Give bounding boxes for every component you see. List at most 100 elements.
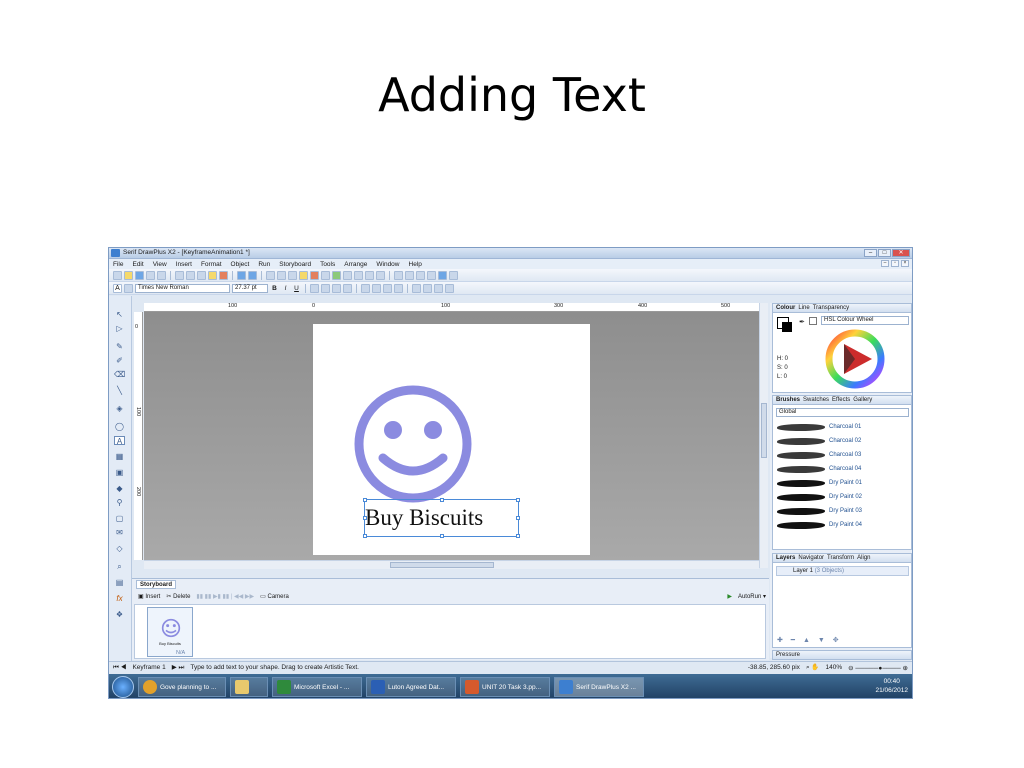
bullets-icon[interactable] [361, 283, 370, 293]
line-swatch[interactable] [782, 322, 792, 332]
menu-tools[interactable]: Tools [320, 261, 335, 268]
tab-transparency[interactable]: Transparency [813, 305, 849, 311]
text-tool-icon[interactable]: A [114, 436, 125, 446]
align-icon[interactable] [288, 270, 297, 280]
font-family-select[interactable]: Times New Roman [135, 283, 230, 293]
menu-file[interactable]: File [113, 261, 123, 268]
3d-tool-icon[interactable]: ❖ [114, 610, 125, 619]
rotate-icon[interactable] [277, 270, 286, 280]
close-button[interactable]: ✕ [892, 249, 910, 257]
taskbar-item-powerpoint[interactable]: UNIT 20 Task 3.pp... [460, 677, 550, 697]
menu-view[interactable]: View [153, 261, 167, 268]
italic-button[interactable]: I [281, 284, 290, 293]
envelope-tool-icon[interactable]: ✉ [114, 528, 125, 537]
fit-text-icon[interactable] [412, 283, 421, 293]
keyframe-nav-icon[interactable]: ⏮ ◀ [113, 664, 126, 672]
menu-edit[interactable]: Edit [132, 261, 143, 268]
print-icon[interactable] [146, 270, 155, 280]
brush-item[interactable]: Dry Paint 01 [777, 477, 902, 490]
zoom-tools-icon[interactable]: ⌕ ✋ [806, 663, 820, 672]
keyframe-thumbnail[interactable]: Buy Biscuits N/A [147, 607, 193, 657]
brush-item[interactable]: Dry Paint 03 [777, 505, 902, 518]
effects-icon[interactable] [332, 270, 341, 280]
resize-handle[interactable] [516, 534, 520, 538]
layer-row[interactable]: Layer 1 (3 Objects) [776, 566, 909, 576]
align-right-icon[interactable] [332, 283, 341, 293]
stamp-tool-icon[interactable]: ▤ [114, 578, 125, 587]
tab-effects[interactable]: Effects [832, 397, 850, 403]
pencil-tool-icon[interactable]: ✎ [114, 342, 125, 351]
menu-storyboard[interactable]: Storyboard [279, 261, 311, 268]
font-size-select[interactable]: 27.37 pt [232, 283, 268, 293]
underline-button[interactable]: U [292, 284, 301, 293]
ungroup-icon[interactable] [310, 270, 319, 280]
grid-icon[interactable] [416, 270, 425, 280]
node-tool-icon[interactable]: ▷ [114, 324, 125, 333]
menu-arrange[interactable]: Arrange [344, 261, 367, 268]
layer-actions-icon[interactable]: ✚ ━ ▲ ▼ ✥ [777, 636, 842, 644]
smiley-shape[interactable] [353, 384, 473, 504]
connect-icon[interactable] [376, 270, 385, 280]
save-icon[interactable] [135, 270, 144, 280]
pointer-tool-icon[interactable]: ↖ [114, 310, 125, 319]
tab-navigator[interactable]: Navigator [798, 555, 824, 561]
new-icon[interactable] [113, 270, 122, 280]
fx-icon[interactable]: fx [114, 594, 125, 603]
scroll-thumb[interactable] [390, 562, 494, 568]
outdent-icon[interactable] [394, 283, 403, 293]
brush-tool-icon[interactable]: ✐ [114, 356, 125, 365]
horizontal-scrollbar[interactable] [144, 560, 759, 569]
tab-line[interactable]: Line [798, 305, 809, 311]
fill-tool-icon[interactable]: ◈ [114, 404, 125, 413]
table-tool-icon[interactable]: ▦ [114, 452, 125, 461]
align-left-icon[interactable] [310, 283, 319, 293]
brush-item[interactable]: Charcoal 02 [777, 435, 902, 448]
artistic-text[interactable]: Buy Biscuits [365, 505, 483, 531]
shrink-text-icon[interactable] [423, 283, 432, 293]
menu-insert[interactable]: Insert [176, 261, 192, 268]
zoom-level[interactable]: 140% [825, 664, 842, 671]
resize-handle[interactable] [363, 534, 367, 538]
start-button[interactable] [112, 676, 134, 698]
crop-tool-icon[interactable]: ▢ [114, 514, 125, 523]
resize-handle[interactable] [516, 498, 520, 502]
group-icon[interactable] [299, 270, 308, 280]
combine-icon[interactable] [354, 270, 363, 280]
print-preview-icon[interactable] [157, 270, 166, 280]
system-clock[interactable]: 00:40 21/06/2012 [875, 677, 908, 695]
align-center-icon[interactable] [321, 283, 330, 293]
brush-item[interactable]: Dry Paint 04 [777, 519, 902, 532]
menu-help[interactable]: Help [409, 261, 422, 268]
copy-icon[interactable] [186, 270, 195, 280]
guide-icon[interactable] [405, 270, 414, 280]
tab-align[interactable]: Align [857, 555, 870, 561]
brush-item[interactable]: Charcoal 03 [777, 449, 902, 462]
maximize-button[interactable]: □ [878, 249, 891, 257]
brush-item[interactable]: Dry Paint 02 [777, 491, 902, 504]
menu-window[interactable]: Window [376, 261, 399, 268]
menu-format[interactable]: Format [201, 261, 222, 268]
eraser-tool-icon[interactable]: ⌫ [114, 370, 125, 379]
bold-button[interactable]: B [270, 284, 279, 293]
insert-icon[interactable] [219, 270, 228, 280]
doc-close-button[interactable]: × [901, 260, 909, 267]
transparency-tool-icon[interactable]: ⚲ [114, 498, 125, 507]
resize-handle[interactable] [440, 498, 444, 502]
taskbar-item-chrome[interactable]: Gove planning to ... [138, 677, 226, 697]
label-tool-icon[interactable]: ◇ [114, 544, 125, 553]
justify-icon[interactable] [343, 283, 352, 293]
brush-item[interactable]: Charcoal 01 [777, 421, 902, 434]
brush-item[interactable]: Charcoal 04 [777, 463, 902, 476]
format-painter-icon[interactable] [208, 270, 217, 280]
undo-icon[interactable] [237, 270, 246, 280]
playback-controls-icon[interactable]: ▮▮ ▮▮ ▶▮ ▮▮ | ◀◀ ▶▶ [196, 593, 254, 600]
drawing-canvas[interactable]: Buy Biscuits [144, 312, 759, 560]
camera-button[interactable]: ▭ Camera [260, 593, 289, 600]
menu-run[interactable]: Run [258, 261, 270, 268]
page-icon[interactable] [394, 270, 403, 280]
grow-text-icon[interactable] [434, 283, 443, 293]
page[interactable]: Buy Biscuits [313, 324, 590, 555]
menu-object[interactable]: Object [231, 261, 250, 268]
resize-handle[interactable] [516, 516, 520, 520]
delete-frame-button[interactable]: ✂ Delete [166, 593, 190, 600]
